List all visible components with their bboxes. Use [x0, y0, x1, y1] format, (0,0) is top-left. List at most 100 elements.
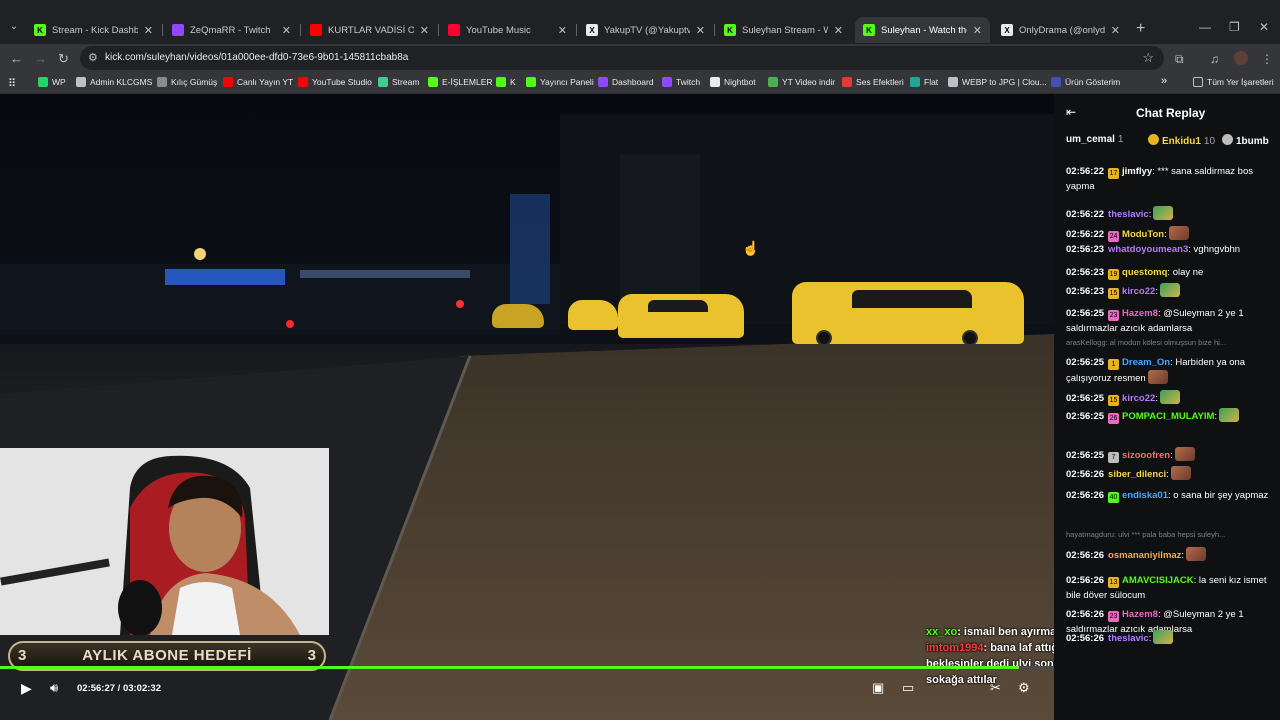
subscriber-badge: 23 [1108, 611, 1120, 622]
tab-close-icon[interactable]: ✕ [1111, 24, 1120, 37]
tab-favicon-glyph: K [727, 25, 733, 35]
bookmark-item[interactable]: Dashboard [598, 77, 654, 87]
bookmark-item[interactable]: Kılıç Gümüş [157, 77, 217, 87]
restore-icon[interactable]: ❐ [1229, 20, 1240, 34]
reload-icon[interactable]: ↻ [58, 51, 69, 67]
message-timestamp: 02:56:25 [1066, 357, 1105, 368]
bookmarks-bar: ⠿ WP Admin KLCGMS Kılıç Gümüş Canlı Yayın Y… [0, 72, 1280, 94]
bookmark-item[interactable]: WP [38, 77, 66, 87]
subscriber-badge: 13 [1108, 577, 1120, 588]
message-username[interactable]: AMAVCISIJACK [1122, 575, 1194, 586]
bookmark-item[interactable]: Stream [378, 77, 419, 87]
bookmark-item[interactable]: Admin KLCGMS [76, 77, 152, 87]
message-text: : [1148, 209, 1152, 220]
video-player[interactable]: ☝ 3 AYLIK ABONE HEDEFİ 3 xx_xo: ismail b… [0, 94, 1054, 720]
bookmark-label: Twitch [676, 77, 701, 87]
collapse-chat-icon[interactable]: ⇤ [1066, 105, 1076, 119]
bookmark-label: WEBP to JPG | Clou... [962, 77, 1047, 87]
bookmark-item[interactable]: YT Video indir [768, 77, 835, 87]
message-username[interactable]: kirco22 [1122, 286, 1155, 297]
message-username[interactable]: whatdoyoumean3 [1108, 244, 1188, 255]
close-window-icon[interactable]: ✕ [1259, 20, 1269, 34]
site-info-icon[interactable]: ⚙ [88, 51, 98, 64]
bookmark-item[interactable]: Ses Efektleri [842, 77, 904, 87]
bookmark-item[interactable]: E-İŞLEMLER [428, 77, 493, 87]
new-tab-button[interactable]: + [1136, 20, 1145, 38]
tab-item[interactable]: YouTube Music ✕ [440, 17, 575, 43]
message-username[interactable]: osmananiyilmaz [1108, 550, 1181, 561]
message-username[interactable]: Dream_On [1122, 357, 1170, 368]
tab-separator [300, 24, 301, 36]
bookmark-item[interactable]: Ürün Gösterim [1051, 77, 1120, 87]
tab-close-icon[interactable]: ✕ [420, 24, 429, 37]
bookmark-favicon-icon [298, 77, 308, 87]
tab-item[interactable]: KURTLAR VADİSİ ORJİNAL ✕ [302, 17, 437, 43]
tab-item[interactable]: K Stream - Kick Dashboard ✕ [26, 17, 161, 43]
tab-close-icon[interactable]: ✕ [144, 24, 153, 37]
settings-gear-icon[interactable]: ⚙ [1018, 680, 1030, 696]
message-username[interactable]: sizooofren [1122, 450, 1170, 461]
tab-search-icon[interactable]: ⌄ [6, 21, 22, 37]
tab-item[interactable]: K Suleyhan - Watch the VOD ✕ [855, 17, 990, 43]
bookmark-favicon-icon [378, 77, 388, 87]
forward-icon[interactable]: → [34, 51, 47, 66]
bookmark-item[interactable]: K [496, 77, 516, 87]
message-username[interactable]: endiska01 [1122, 490, 1168, 501]
tab-item[interactable]: X YakupTV (@Yakuptv34) / X ✕ [578, 17, 713, 43]
tab-favicon-icon: K [863, 24, 875, 36]
message-timestamp: 02:56:22 [1066, 209, 1105, 220]
message-username[interactable]: theslavic [1108, 633, 1149, 644]
bookmark-item[interactable]: Canlı Yayın YT [223, 77, 293, 87]
tab-favicon-glyph: X [589, 25, 595, 35]
miniplayer-icon[interactable]: ▣ [872, 680, 884, 696]
theater-mode-icon[interactable]: ▭ [902, 680, 914, 696]
message-username[interactable]: siber_dilenci [1108, 469, 1166, 480]
message-username[interactable]: Hazem8 [1122, 308, 1158, 319]
chat-message: 02:56:25 15 kirco22: [1066, 390, 1272, 406]
back-icon[interactable]: ← [10, 51, 23, 66]
message-username[interactable]: POMPACI_MULAYIM [1122, 411, 1214, 422]
url-text[interactable]: kick.com/suleyhan/videos/01a000ee-dfd0-7… [105, 52, 408, 63]
tab-close-icon[interactable]: ✕ [834, 24, 843, 37]
clip-icon[interactable]: ✂ [990, 680, 1001, 696]
message-text: : [1166, 469, 1169, 480]
tab-item[interactable]: X OnlyDrama (@onlydrama ✕ [993, 17, 1128, 43]
bookmark-item[interactable]: Twitch [662, 77, 700, 87]
all-bookmarks-folder[interactable]: Tüm Yer İşaretleri [1193, 77, 1274, 87]
menu-icon[interactable]: ⋮ [1261, 52, 1273, 66]
tab-close-icon[interactable]: ✕ [558, 24, 567, 37]
tab-item[interactable]: K Suleyhan Stream - Watch ✕ [716, 17, 851, 43]
mouse-cursor-icon: ☝ [742, 240, 760, 256]
extensions-icon[interactable]: ⧉ [1175, 52, 1184, 67]
message-text: : [1170, 450, 1173, 461]
more-bookmarks-icon[interactable]: » [1161, 75, 1167, 87]
minimize-icon[interactable]: — [1199, 20, 1211, 34]
message-username[interactable]: Hazem8 [1122, 609, 1158, 620]
bookmark-label: E-İŞLEMLER [442, 77, 493, 87]
media-control-icon[interactable]: ♫ [1210, 52, 1219, 66]
seek-bar[interactable] [0, 666, 1054, 669]
message-username[interactable]: ModuTon [1122, 229, 1164, 240]
bookmark-item[interactable]: Yayıncı Paneli [526, 77, 594, 87]
message-username[interactable]: kirco22 [1122, 393, 1155, 404]
bookmark-item[interactable]: YouTube Studio [298, 77, 372, 87]
apps-icon[interactable]: ⠿ [8, 77, 16, 90]
tab-close-icon[interactable]: ✕ [696, 24, 705, 37]
chat-title: Chat Replay [1136, 106, 1206, 120]
volume-icon[interactable]: 🔊︎ [50, 680, 58, 696]
tab-item[interactable]: ZeQmaRR - Twitch ✕ [164, 17, 299, 43]
message-username[interactable]: questomq [1122, 267, 1167, 278]
message-username[interactable]: jimflyy [1122, 166, 1152, 177]
tab-close-icon[interactable]: ✕ [282, 24, 291, 37]
bookmark-item[interactable]: Flat [910, 77, 938, 87]
tab-close-icon[interactable]: ✕ [973, 24, 982, 37]
message-username[interactable]: theslavic [1108, 209, 1149, 220]
play-icon[interactable]: ▶ [21, 680, 32, 697]
address-bar[interactable]: ⚙ kick.com/suleyhan/videos/01a000ee-dfd0… [80, 46, 1164, 70]
bookmark-item[interactable]: WEBP to JPG | Clou... [948, 77, 1047, 87]
chat-message-list[interactable]: 02:56:22 17 jimflyy: *** sana saldirmaz bo… [1054, 150, 1280, 710]
bookmark-star-icon[interactable]: ☆ [1142, 50, 1154, 66]
profile-avatar[interactable] [1234, 51, 1248, 65]
bookmark-item[interactable]: Nightbot [710, 77, 756, 87]
leader-count: 10 [1203, 136, 1216, 147]
